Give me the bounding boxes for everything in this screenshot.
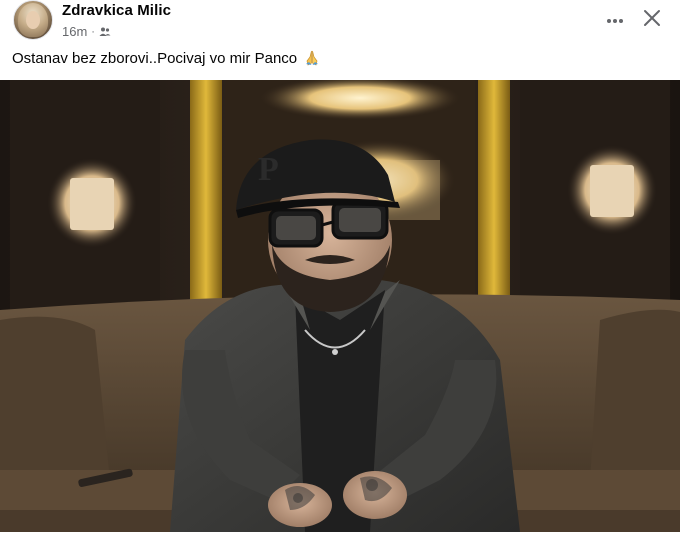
author-name[interactable]: Zdravkica Milic (62, 2, 171, 19)
post-timestamp[interactable]: 16m (62, 24, 87, 39)
facebook-post: Zdravkica Milic 16m · Ostanav bez zborov… (0, 0, 680, 538)
author-avatar[interactable] (13, 0, 53, 40)
post-meta: 16m · (62, 24, 111, 39)
caption-text: Ostanav bez zborovi..Pocivaj vo mir Panc… (12, 49, 298, 67)
post-bottom-edge (0, 532, 680, 538)
friends-icon[interactable] (99, 26, 111, 38)
post-header: Zdravkica Milic 16m · (0, 0, 680, 44)
post-caption: Ostanav bez zborovi..Pocivaj vo mir Panc… (12, 49, 321, 67)
more-options-button[interactable] (600, 8, 630, 32)
avatar-face (26, 11, 40, 29)
more-options-icon (606, 11, 624, 29)
post-photo[interactable]: P (0, 80, 680, 532)
svg-text:P: P (258, 151, 279, 188)
folded-hands-icon (303, 49, 321, 67)
close-button[interactable] (638, 6, 666, 34)
close-icon (643, 9, 661, 32)
meta-separator: · (91, 25, 95, 38)
